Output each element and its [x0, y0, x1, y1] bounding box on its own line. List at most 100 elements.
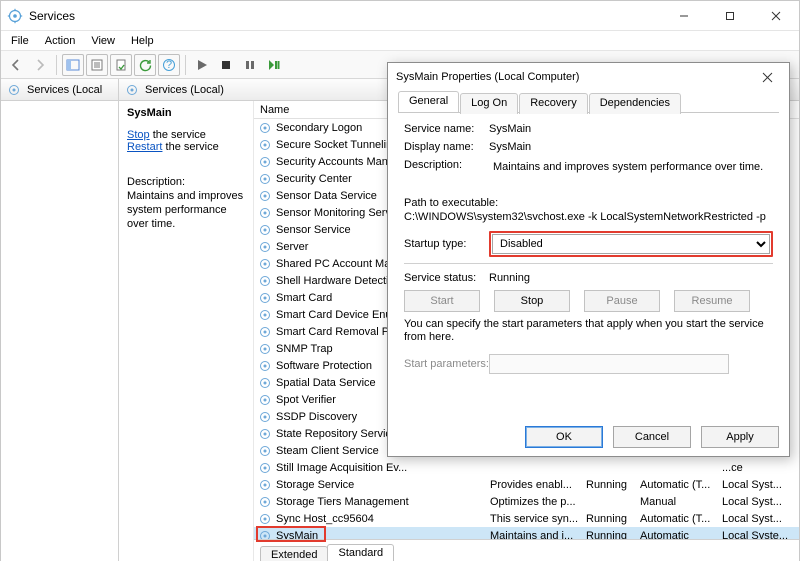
table-row[interactable]: Storage ServiceProvides enabl...RunningA…	[254, 476, 799, 493]
restart-link[interactable]: Restart	[127, 141, 162, 153]
cell-name: Sensor Service	[276, 224, 351, 236]
cell-name: Still Image Acquisition Ev...	[276, 462, 407, 474]
label-start-parameters: Start parameters:	[404, 358, 489, 370]
value-path: C:\WINDOWS\system32\svchost.exe -k Local…	[404, 211, 773, 223]
service-gear-icon	[258, 342, 272, 356]
cell-description: Maintains and i...	[490, 530, 573, 540]
help-button[interactable]: ?	[158, 54, 180, 76]
tab-log-on[interactable]: Log On	[460, 93, 518, 114]
pause-service-button[interactable]	[239, 54, 261, 76]
cell-status: Running	[586, 513, 627, 525]
tab-general[interactable]: General	[398, 91, 459, 112]
label-display-name: Display name:	[404, 141, 489, 153]
startup-highlight: Disabled	[489, 231, 773, 257]
service-gear-icon	[258, 512, 272, 526]
export-list-button[interactable]	[110, 54, 132, 76]
table-row[interactable]: SysMain Maintains and i... Running Automati…	[254, 527, 799, 539]
properties-button[interactable]	[86, 54, 108, 76]
cell-startup: Automatic	[640, 530, 689, 540]
start-parameters-input[interactable]	[489, 354, 729, 374]
cell-name: SysMain	[276, 530, 318, 540]
ok-button[interactable]: OK	[525, 426, 603, 448]
value-service-name: SysMain	[489, 123, 773, 135]
maximize-button[interactable]	[707, 1, 753, 31]
cell-description: This service syn...	[490, 513, 578, 525]
cell-name: Shell Hardware Detection	[276, 275, 401, 287]
dialog-title-bar: SysMain Properties (Local Computer)	[388, 63, 789, 91]
label-service-status: Service status:	[404, 272, 489, 284]
description-label: Description:	[127, 175, 245, 189]
service-gear-icon	[258, 291, 272, 305]
back-button[interactable]	[5, 54, 27, 76]
service-gear-icon	[258, 478, 272, 492]
cell-startup: Automatic (T...	[640, 513, 710, 525]
service-gear-icon	[258, 172, 272, 186]
start-button[interactable]: Start	[404, 290, 480, 312]
tree-item-services-local[interactable]: Services (Local	[1, 79, 118, 101]
startup-type-select[interactable]: Disabled	[492, 234, 770, 254]
cell-name: Spatial Data Service	[276, 377, 376, 389]
cancel-button[interactable]: Cancel	[613, 426, 691, 448]
gear-icon	[125, 83, 139, 97]
table-row[interactable]: Storage Tiers Management Optimizes the p.…	[254, 493, 799, 510]
cell-name: State Repository Service	[276, 428, 397, 440]
service-gear-icon	[258, 189, 272, 203]
tab-recovery[interactable]: Recovery	[519, 93, 587, 114]
properties-dialog: SysMain Properties (Local Computer) Gene…	[387, 62, 790, 457]
cell-logon: Local Syst...	[722, 496, 782, 508]
apply-button[interactable]: Apply	[701, 426, 779, 448]
service-gear-icon	[258, 223, 272, 237]
dialog-close-button[interactable]	[753, 65, 781, 89]
cell-name: Security Center	[276, 173, 352, 185]
service-gear-icon	[258, 138, 272, 152]
table-row[interactable]: Sync Host_cc95604This service syn...Runn…	[254, 510, 799, 527]
stop-link[interactable]: Stop	[127, 129, 150, 141]
service-gear-icon	[258, 393, 272, 407]
title-bar: Services	[1, 1, 799, 31]
start-service-button[interactable]	[191, 54, 213, 76]
cell-name: SNMP Trap	[276, 343, 333, 355]
cell-name: Steam Client Service	[276, 445, 379, 457]
forward-button[interactable]	[29, 54, 51, 76]
service-gear-icon	[258, 206, 272, 220]
menu-help[interactable]: Help	[123, 33, 162, 49]
table-row[interactable]: Still Image Acquisition Ev......ce	[254, 459, 799, 476]
stop-button[interactable]: Stop	[494, 290, 570, 312]
resume-button[interactable]: Resume	[674, 290, 750, 312]
cell-description: Optimizes the p...	[490, 496, 576, 508]
show-hide-console-tree-button[interactable]	[62, 54, 84, 76]
service-gear-icon	[258, 376, 272, 390]
console-tree: Services (Local	[1, 79, 119, 561]
cell-logon: Local Syst...	[722, 513, 782, 525]
cell-startup: Manual	[640, 496, 676, 508]
service-gear-icon	[258, 495, 272, 509]
stop-service-button[interactable]	[215, 54, 237, 76]
cell-name: Storage Tiers Management	[276, 496, 409, 508]
menu-action[interactable]: Action	[37, 33, 84, 49]
service-gear-icon	[258, 308, 272, 322]
service-gear-icon	[258, 529, 272, 540]
cell-name: Smart Card	[276, 292, 332, 304]
tab-dependencies[interactable]: Dependencies	[589, 93, 681, 114]
value-description: Maintains and improves system performanc…	[489, 159, 773, 191]
menu-file[interactable]: File	[3, 33, 37, 49]
tab-extended[interactable]: Extended	[260, 546, 328, 561]
tab-standard[interactable]: Standard	[327, 544, 394, 561]
pause-button[interactable]: Pause	[584, 290, 660, 312]
service-gear-icon	[258, 274, 272, 288]
cell-name: Spot Verifier	[276, 394, 336, 406]
svg-text:?: ?	[166, 59, 172, 71]
menu-view[interactable]: View	[83, 33, 123, 49]
description-text: Maintains and improves system performanc…	[127, 189, 245, 231]
service-gear-icon	[258, 359, 272, 373]
label-path: Path to executable:	[404, 197, 773, 209]
restart-service-button[interactable]	[263, 54, 285, 76]
cell-startup: Automatic (T...	[640, 479, 710, 491]
menu-bar: File Action View Help	[1, 31, 799, 51]
cell-status: Running	[586, 530, 627, 540]
close-button[interactable]	[753, 1, 799, 31]
cell-status: Running	[586, 479, 627, 491]
service-gear-icon	[258, 257, 272, 271]
minimize-button[interactable]	[661, 1, 707, 31]
refresh-button[interactable]	[134, 54, 156, 76]
